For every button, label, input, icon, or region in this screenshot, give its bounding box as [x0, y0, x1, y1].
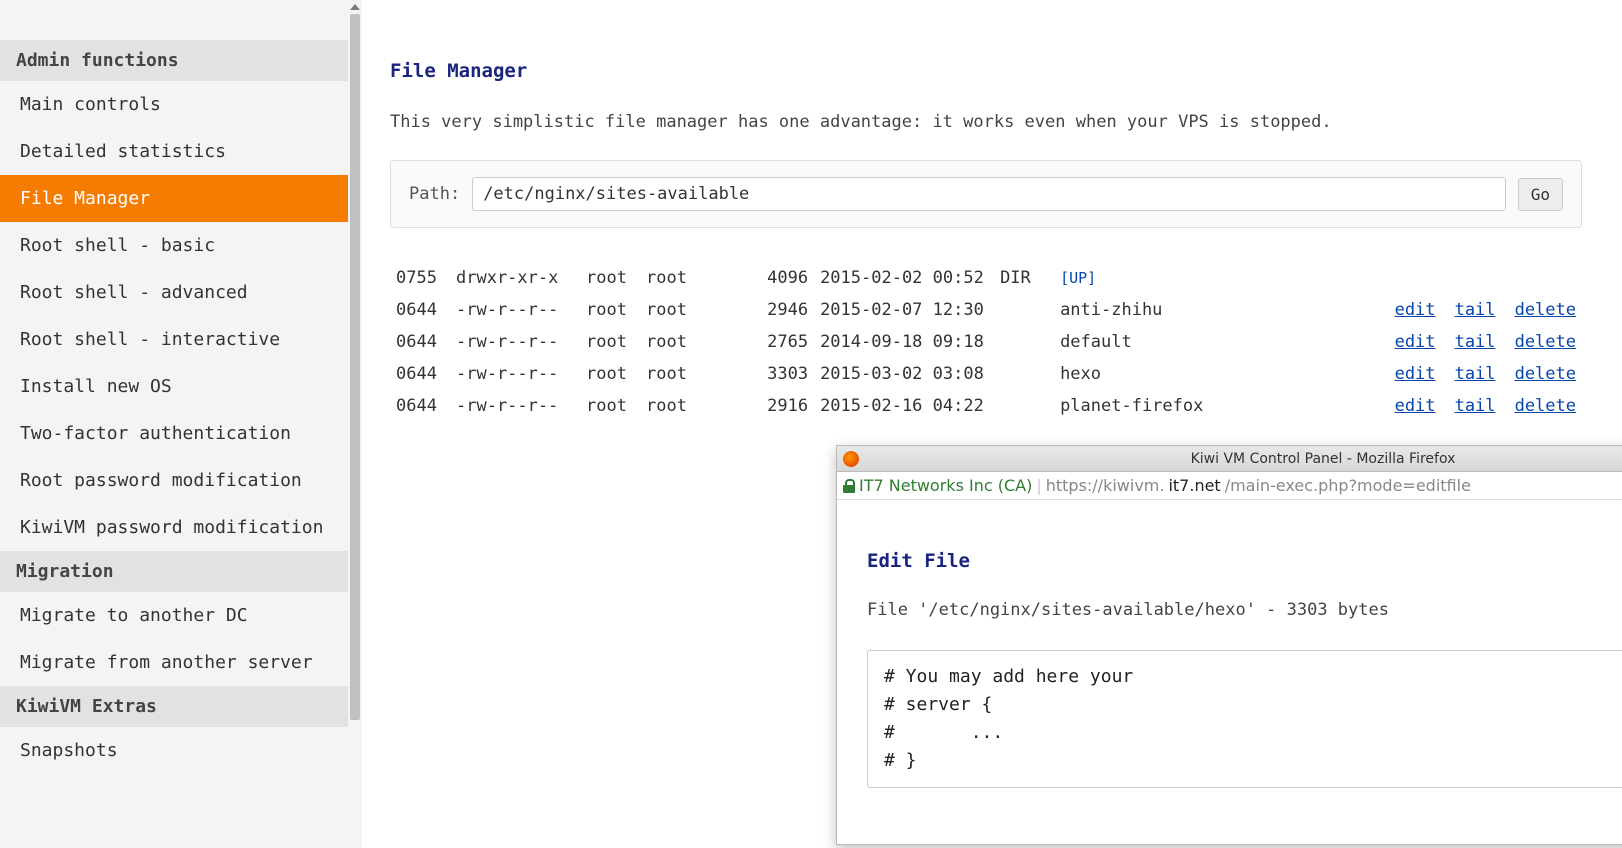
firefox-icon: [843, 451, 859, 467]
file-editor[interactable]: # You may add here your # server { # ...…: [867, 650, 1622, 788]
editor-content[interactable]: # You may add here your # server { # ...…: [884, 663, 1622, 775]
edit-link[interactable]: edit: [1395, 332, 1436, 352]
path-label: Path:: [409, 184, 460, 204]
edit-link[interactable]: edit: [1395, 300, 1436, 320]
cell-type: [994, 358, 1054, 390]
cell-filename: anti-zhihu: [1054, 294, 1389, 326]
cell-date: 2015-02-02 00:52: [814, 262, 994, 294]
cell-group: root: [640, 390, 700, 422]
cell-filename: hexo: [1054, 358, 1389, 390]
cell-size: 2765: [700, 326, 814, 358]
cell-owner: root: [580, 294, 640, 326]
cell-type: [994, 326, 1054, 358]
cell-permissions: -rw-r--r--: [450, 294, 580, 326]
cell-type: [994, 294, 1054, 326]
delete-link[interactable]: delete: [1515, 332, 1576, 352]
edit-link[interactable]: edit: [1395, 396, 1436, 416]
intro-text: This very simplistic file manager has on…: [390, 112, 1582, 132]
table-row: 0644-rw-r--r--rootroot33032015-03-02 03:…: [390, 358, 1582, 390]
window-titlebar[interactable]: Kiwi VM Control Panel - Mozilla Firefox …: [837, 446, 1622, 472]
sidebar-section-header: Migration: [0, 551, 348, 592]
up-link[interactable]: [UP]: [1060, 269, 1096, 287]
cell-permissions: drwxr-xr-x: [450, 262, 580, 294]
cell-size: 3303: [700, 358, 814, 390]
sidebar-item[interactable]: Snapshots: [0, 727, 348, 774]
cell-group: root: [640, 262, 700, 294]
sidebar-item[interactable]: Root password modification: [0, 457, 348, 504]
cell-owner: root: [580, 358, 640, 390]
table-row: 0644-rw-r--r--rootroot29462015-02-07 12:…: [390, 294, 1582, 326]
cell-date: 2015-03-02 03:08: [814, 358, 994, 390]
cell-mode: 0644: [390, 358, 450, 390]
cell-permissions: -rw-r--r--: [450, 358, 580, 390]
sidebar-item[interactable]: KiwiVM password modification: [0, 504, 348, 551]
window-title: Kiwi VM Control Panel - Mozilla Firefox: [865, 451, 1622, 467]
file-meta: File '/etc/nginx/sites-available/hexo' -…: [867, 600, 1622, 620]
path-input[interactable]: [472, 177, 1506, 211]
cell-permissions: -rw-r--r--: [450, 390, 580, 422]
cell-group: root: [640, 294, 700, 326]
sidebar-item[interactable]: File Manager: [0, 175, 348, 222]
sidebar-scrollbar[interactable]: [348, 0, 362, 848]
go-button[interactable]: Go: [1518, 178, 1563, 211]
sidebar-item[interactable]: Detailed statistics: [0, 128, 348, 175]
cell-size: 2946: [700, 294, 814, 326]
tail-link[interactable]: tail: [1455, 364, 1496, 384]
cell-date: 2014-09-18 09:18: [814, 326, 994, 358]
cell-permissions: -rw-r--r--: [450, 326, 580, 358]
url-path: /main-exec.php?mode=editfile: [1225, 476, 1471, 495]
main-content: File Manager This very simplistic file m…: [362, 0, 1622, 848]
delete-link[interactable]: delete: [1515, 396, 1576, 416]
sidebar-item[interactable]: Root shell - interactive: [0, 316, 348, 363]
cell-type: [994, 390, 1054, 422]
cell-owner: root: [580, 262, 640, 294]
sidebar-section-header: Admin functions: [0, 40, 348, 81]
cert-label: IT7 Networks Inc (CA): [859, 476, 1032, 495]
delete-link[interactable]: delete: [1515, 364, 1576, 384]
cell-date: 2015-02-07 12:30: [814, 294, 994, 326]
sidebar-item[interactable]: Migrate from another server: [0, 639, 348, 686]
cell-filename: default: [1054, 326, 1389, 358]
sidebar-item[interactable]: Root shell - basic: [0, 222, 348, 269]
cell-mode: 0755: [390, 262, 450, 294]
url-host: it7.net: [1168, 476, 1220, 495]
up-link-cell: [UP]: [1054, 262, 1389, 294]
tail-link[interactable]: tail: [1455, 332, 1496, 352]
cell-owner: root: [580, 326, 640, 358]
page-title: File Manager: [390, 60, 1582, 82]
delete-link[interactable]: delete: [1515, 300, 1576, 320]
cell-mode: 0644: [390, 294, 450, 326]
file-table: 0755drwxr-xr-xrootroot40962015-02-02 00:…: [390, 262, 1582, 422]
url-prefix: https://kiwivm.: [1046, 476, 1165, 495]
tail-link[interactable]: tail: [1455, 300, 1496, 320]
popup-body: Edit File File '/etc/nginx/sites-availab…: [837, 500, 1622, 844]
sidebar-item[interactable]: Install new OS: [0, 363, 348, 410]
cell-type: DIR: [994, 262, 1054, 294]
url-bar[interactable]: IT7 Networks Inc (CA) | https://kiwivm.i…: [837, 472, 1622, 500]
edit-link[interactable]: edit: [1395, 364, 1436, 384]
lock-icon: [843, 479, 855, 493]
cell-group: root: [640, 358, 700, 390]
table-row: 0644-rw-r--r--rootroot29162015-02-16 04:…: [390, 390, 1582, 422]
cell-filename: planet-firefox: [1054, 390, 1389, 422]
sidebar-section-header: KiwiVM Extras: [0, 686, 348, 727]
cell-group: root: [640, 326, 700, 358]
edit-file-window: Kiwi VM Control Panel - Mozilla Firefox …: [836, 445, 1622, 845]
cell-mode: 0644: [390, 326, 450, 358]
cell-mode: 0644: [390, 390, 450, 422]
sidebar-item[interactable]: Migrate to another DC: [0, 592, 348, 639]
sidebar-item[interactable]: Two-factor authentication: [0, 410, 348, 457]
sidebar-item[interactable]: Root shell - advanced: [0, 269, 348, 316]
cell-size: 4096: [700, 262, 814, 294]
table-row: 0644-rw-r--r--rootroot27652014-09-18 09:…: [390, 326, 1582, 358]
tail-link[interactable]: tail: [1455, 396, 1496, 416]
path-bar: Path: Go: [390, 160, 1582, 228]
sidebar-item[interactable]: Main controls: [0, 81, 348, 128]
cell-owner: root: [580, 390, 640, 422]
cell-date: 2015-02-16 04:22: [814, 390, 994, 422]
cell-size: 2916: [700, 390, 814, 422]
edit-file-title: Edit File: [867, 550, 1622, 572]
sidebar: Admin functionsMain controlsDetailed sta…: [0, 0, 362, 848]
table-row: 0755drwxr-xr-xrootroot40962015-02-02 00:…: [390, 262, 1582, 294]
